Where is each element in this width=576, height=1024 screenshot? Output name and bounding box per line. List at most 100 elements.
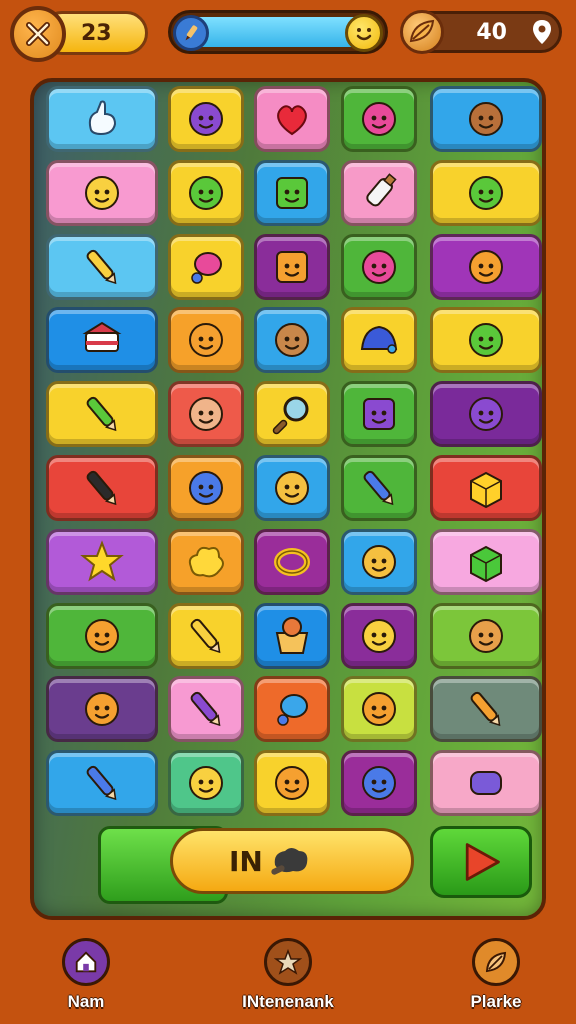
yellow-smiley-icon bbox=[181, 758, 231, 808]
tile-r3-c1[interactable] bbox=[46, 233, 158, 300]
tile-r10-c5[interactable] bbox=[430, 750, 542, 817]
orange-smiley-icon bbox=[354, 684, 404, 734]
orange-pencil-icon bbox=[461, 684, 511, 734]
tile-r9-c2[interactable] bbox=[168, 676, 244, 743]
tile-r9-c4[interactable] bbox=[341, 676, 417, 743]
green-frog-face-icon bbox=[461, 315, 511, 365]
tile-r1-c4[interactable] bbox=[341, 86, 417, 152]
yellow-bone-icon bbox=[77, 242, 127, 292]
crayon-icon bbox=[181, 611, 231, 661]
leaf-currency-icon bbox=[400, 10, 444, 54]
yellow-cat-face-icon bbox=[77, 168, 127, 218]
tile-r10-c1[interactable] bbox=[46, 750, 158, 817]
nav-label-plarke: Plarke bbox=[470, 992, 522, 1011]
coin-count: 23 bbox=[81, 20, 112, 46]
tile-r8-c4[interactable] bbox=[341, 602, 417, 669]
blue-ball-face-icon bbox=[181, 463, 231, 513]
tile-r6-c2[interactable] bbox=[168, 455, 244, 521]
tile-r6-c4[interactable] bbox=[341, 455, 417, 521]
top-bar: 23 40 bbox=[0, 0, 576, 66]
tile-r8-c3[interactable] bbox=[254, 602, 330, 669]
nav-label-home: Nam bbox=[67, 992, 105, 1011]
tile-r7-c4[interactable] bbox=[341, 528, 417, 595]
nav-item-home[interactable]: Nam bbox=[11, 938, 161, 1012]
tile-r2-c1[interactable] bbox=[46, 159, 158, 226]
tile-r1-c5[interactable] bbox=[430, 86, 542, 152]
green-cube-face-icon bbox=[267, 168, 317, 218]
tile-r2-c4[interactable] bbox=[341, 159, 417, 226]
green-pencil-icon bbox=[77, 389, 127, 439]
tile-r5-c3[interactable] bbox=[254, 381, 330, 448]
purple-blob-face-icon bbox=[181, 94, 231, 144]
tile-r10-c2[interactable] bbox=[168, 750, 244, 817]
rock-hammer-icon bbox=[271, 848, 308, 875]
tile-r9-c5[interactable] bbox=[430, 676, 542, 743]
tile-r1-c2[interactable] bbox=[168, 86, 244, 152]
purple-roll-face-icon bbox=[461, 389, 511, 439]
tile-r3-c2[interactable] bbox=[168, 233, 244, 300]
tile-r1-c3[interactable] bbox=[254, 86, 330, 152]
helmet-face-icon bbox=[267, 315, 317, 365]
home-icon bbox=[62, 938, 110, 986]
tile-r2-c5[interactable] bbox=[430, 159, 542, 226]
tile-r6-c5[interactable] bbox=[430, 455, 542, 521]
nav-item-intenenank[interactable]: INtenenank bbox=[213, 938, 363, 1012]
play-button[interactable] bbox=[430, 826, 532, 898]
tile-r7-c1[interactable] bbox=[46, 528, 158, 595]
tile-r6-c3[interactable] bbox=[254, 455, 330, 521]
tile-r4-c1[interactable] bbox=[46, 307, 158, 374]
game-board bbox=[30, 78, 546, 920]
heart-icon bbox=[267, 94, 317, 144]
tile-r10-c4[interactable] bbox=[341, 750, 417, 817]
tile-r1-c1[interactable] bbox=[46, 86, 158, 152]
blue-smiley-icon bbox=[354, 758, 404, 808]
orange-smiley-icon bbox=[267, 758, 317, 808]
tile-r10-c3[interactable] bbox=[254, 750, 330, 817]
tile-r9-c3[interactable] bbox=[254, 676, 330, 743]
in-button[interactable]: IN bbox=[170, 828, 414, 894]
yellow-smiley-icon bbox=[354, 611, 404, 661]
location-pin-icon[interactable] bbox=[530, 18, 554, 46]
nav-item-plarke[interactable]: Plarke bbox=[421, 938, 571, 1012]
tile-r5-c2[interactable] bbox=[168, 381, 244, 448]
tile-r3-c3[interactable] bbox=[254, 233, 330, 300]
green-bird-icon bbox=[181, 168, 231, 218]
purple-cube-face-icon bbox=[354, 389, 404, 439]
tile-r8-c2[interactable] bbox=[168, 602, 244, 669]
tile-r4-c4[interactable] bbox=[341, 307, 417, 374]
tile-r3-c4[interactable] bbox=[341, 233, 417, 300]
in-button-label: IN bbox=[229, 844, 263, 878]
tile-r4-c2[interactable] bbox=[168, 307, 244, 374]
tile-r3-c5[interactable] bbox=[430, 233, 542, 300]
tile-r7-c3[interactable] bbox=[254, 528, 330, 595]
tile-r2-c2[interactable] bbox=[168, 159, 244, 226]
tile-r5-c5[interactable] bbox=[430, 381, 542, 448]
tile-r8-c5[interactable] bbox=[430, 602, 542, 669]
tile-r9-c1[interactable] bbox=[46, 676, 158, 743]
bottle-icon bbox=[354, 168, 404, 218]
nav-label-intenenank: INtenenank bbox=[242, 992, 334, 1011]
tile-r4-c3[interactable] bbox=[254, 307, 330, 374]
hat-face-icon bbox=[267, 463, 317, 513]
tile-r5-c1[interactable] bbox=[46, 381, 158, 448]
smiley-badge-icon bbox=[345, 14, 383, 52]
magnifier-icon bbox=[267, 389, 317, 439]
tile-r7-c2[interactable] bbox=[168, 528, 244, 595]
tile-r6-c1[interactable] bbox=[46, 455, 158, 521]
tile-r4-c5[interactable] bbox=[430, 307, 542, 374]
purple-roll-icon bbox=[461, 758, 511, 808]
tile-r5-c4[interactable] bbox=[341, 381, 417, 448]
close-button[interactable] bbox=[10, 6, 66, 62]
orange-ball-face-icon bbox=[77, 611, 127, 661]
close-icon bbox=[26, 22, 50, 46]
level-progress-bar bbox=[168, 10, 388, 54]
blue-gem-icon bbox=[267, 684, 317, 734]
green-fish-face-icon bbox=[461, 168, 511, 218]
tile-r8-c1[interactable] bbox=[46, 602, 158, 669]
orange-ball-face-icon bbox=[77, 684, 127, 734]
basket-icon bbox=[267, 611, 317, 661]
paintbrush-icon bbox=[77, 463, 127, 513]
pink-mushroom-face-icon bbox=[354, 242, 404, 292]
tile-r2-c3[interactable] bbox=[254, 159, 330, 226]
tile-r7-c5[interactable] bbox=[430, 528, 542, 595]
